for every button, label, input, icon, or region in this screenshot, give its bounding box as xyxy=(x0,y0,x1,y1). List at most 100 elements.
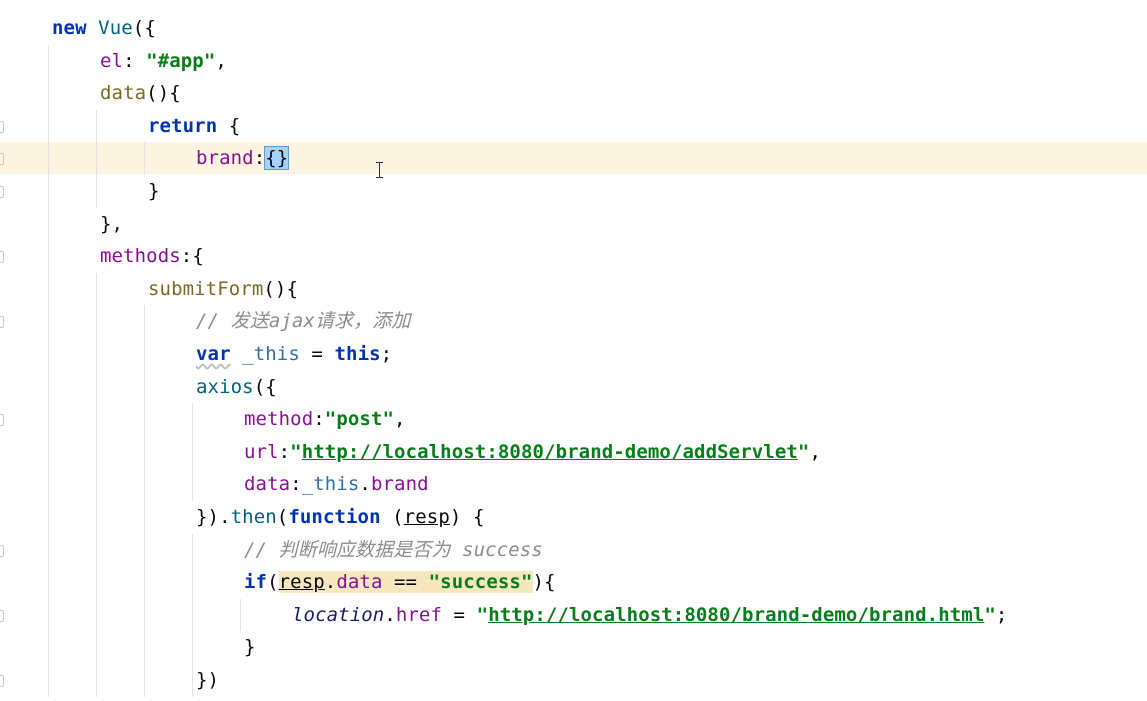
code-text: method:"post", xyxy=(244,403,406,435)
code-line[interactable]: var _this = this; xyxy=(0,338,1147,370)
code-text: } xyxy=(148,175,160,207)
code-token: } xyxy=(148,180,160,202)
code-line[interactable]: // 发送ajax请求，添加 xyxy=(0,305,1147,337)
code-token: ( xyxy=(276,506,289,528)
code-text: if(resp.data == "success"){ xyxy=(244,566,556,598)
code-token: (){ xyxy=(146,82,181,105)
code-text: data(){ xyxy=(100,77,181,109)
code-token: " xyxy=(290,440,302,463)
code-editor[interactable]: new Vue({el: "#app", data(){return {brand… xyxy=(0,0,1147,701)
code-token: " xyxy=(476,603,489,626)
code-token: // 发送ajax请求，添加 xyxy=(196,310,411,333)
code-token: if xyxy=(244,571,268,594)
code-token: function xyxy=(288,506,381,528)
code-token: ( xyxy=(267,571,279,594)
code-token: brand xyxy=(370,473,429,496)
fold-marker-icon[interactable] xyxy=(0,251,4,264)
code-line[interactable]: }, xyxy=(0,208,1147,240)
code-token: href xyxy=(395,603,443,626)
code-line[interactable]: }).then(function (resp) { xyxy=(0,501,1147,533)
code-token: }) xyxy=(196,669,220,691)
text-cursor-icon xyxy=(375,161,384,179)
code-line[interactable]: } xyxy=(0,631,1147,663)
indent-guide xyxy=(96,272,97,697)
code-token: }). xyxy=(196,506,231,528)
code-token: ({ xyxy=(132,17,156,39)
code-line[interactable]: url:"http://localhost:8080/brand-demo/ad… xyxy=(0,436,1147,468)
code-token: new xyxy=(52,17,99,39)
code-token: : xyxy=(253,147,266,170)
code-token: (){ xyxy=(263,277,299,300)
code-line[interactable]: // 判断响应数据是否为 success xyxy=(0,534,1147,566)
code-text: new Vue({ xyxy=(52,12,156,44)
code-token: _this xyxy=(301,473,360,496)
code-line[interactable]: el: "#app", xyxy=(0,45,1147,77)
fold-marker-icon[interactable] xyxy=(0,544,4,557)
code-token: " xyxy=(797,440,810,463)
code-text: axios({ xyxy=(196,371,277,403)
code-token: } xyxy=(244,636,256,659)
code-token: . xyxy=(384,603,396,626)
code-token: = xyxy=(442,603,477,626)
code-line[interactable]: } xyxy=(0,175,1147,207)
indent-guide xyxy=(144,305,145,697)
code-line[interactable]: brand:{} xyxy=(0,142,1147,175)
code-token: submitForm xyxy=(148,277,264,300)
code-token: . xyxy=(324,571,337,594)
code-token: Vue xyxy=(98,17,133,39)
code-token: var xyxy=(196,343,231,365)
code-line[interactable]: new Vue({ xyxy=(0,12,1147,44)
code-text: brand:{} xyxy=(196,142,290,174)
code-token: el xyxy=(100,49,124,72)
code-token: data xyxy=(336,571,383,594)
code-token: "post" xyxy=(324,408,395,431)
fold-marker-icon[interactable] xyxy=(0,414,4,427)
code-token: http://localhost:8080/brand-demo/addServ… xyxy=(301,440,798,463)
code-token: _this xyxy=(242,343,300,365)
fold-marker-icon[interactable] xyxy=(0,120,4,133)
code-token: = xyxy=(299,343,335,365)
code-line[interactable]: if(resp.data == "success"){ xyxy=(0,566,1147,598)
code-token: http://localhost:8080/brand-demo/brand.h… xyxy=(488,603,985,626)
code-token: : xyxy=(278,440,291,463)
fold-marker-icon[interactable] xyxy=(0,316,4,329)
indent-guide xyxy=(144,142,145,175)
code-token: methods xyxy=(100,245,181,268)
code-token: , xyxy=(215,49,227,72)
code-text: methods:{ xyxy=(100,240,204,272)
code-line[interactable]: methods:{ xyxy=(0,240,1147,272)
fold-marker-icon[interactable] xyxy=(0,153,4,166)
code-text: location.href = "http://localhost:8080/b… xyxy=(292,599,1007,631)
fold-marker-icon[interactable] xyxy=(0,186,4,198)
code-text: // 判断响应数据是否为 success xyxy=(244,534,543,566)
code-text: var _this = this; xyxy=(196,338,392,370)
fold-marker-icon[interactable] xyxy=(0,609,4,622)
code-token: "success" xyxy=(428,571,533,594)
code-token: : xyxy=(290,473,302,496)
code-line[interactable]: }) xyxy=(0,664,1147,696)
indent-guide xyxy=(96,109,97,208)
code-line[interactable]: return { xyxy=(0,110,1147,142)
code-line[interactable]: method:"post", xyxy=(0,403,1147,435)
code-token: data xyxy=(244,473,291,496)
code-token: ({ xyxy=(253,375,277,398)
code-text: data:_this.brand xyxy=(244,468,429,500)
fold-marker-icon[interactable] xyxy=(0,675,4,687)
code-token: ) { xyxy=(449,506,485,528)
code-line[interactable]: location.href = "http://localhost:8080/b… xyxy=(0,599,1147,631)
code-token: :{ xyxy=(180,245,204,268)
code-text: submitForm(){ xyxy=(148,273,298,305)
code-token: {} xyxy=(264,146,290,171)
code-line[interactable]: data:_this.brand xyxy=(0,468,1147,500)
code-token: ; xyxy=(995,603,1008,626)
code-token: . xyxy=(359,473,371,496)
code-line[interactable]: submitForm(){ xyxy=(0,273,1147,305)
code-text: } xyxy=(244,631,256,663)
code-line[interactable]: axios({ xyxy=(0,371,1147,403)
code-token: location xyxy=(292,603,385,626)
code-token: { xyxy=(228,114,241,137)
code-token: , xyxy=(394,408,406,431)
code-line[interactable]: data(){ xyxy=(0,77,1147,109)
code-token: resp xyxy=(278,571,325,594)
